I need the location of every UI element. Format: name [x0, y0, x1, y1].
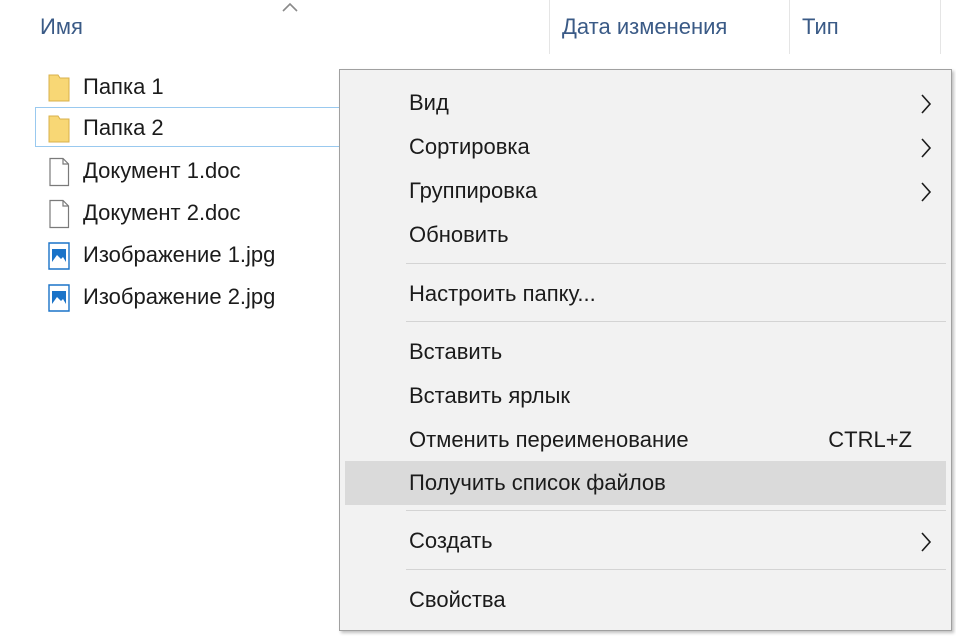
chevron-right-icon — [921, 138, 932, 158]
menu-item-label: Отменить переименование — [409, 427, 689, 452]
menu-item-properties[interactable]: Свойства — [345, 578, 946, 622]
file-row-folder[interactable]: Папка 1 — [35, 66, 345, 106]
file-name: Папка 1 — [83, 74, 164, 99]
image-icon — [48, 284, 70, 312]
file-row-document[interactable]: Документ 2.doc — [35, 192, 345, 232]
file-row-image[interactable]: Изображение 1.jpg — [35, 234, 345, 274]
menu-separator — [406, 510, 946, 511]
chevron-right-icon — [921, 532, 932, 552]
file-name: Документ 1.doc — [83, 158, 241, 183]
menu-item-label: Вставить ярлык — [409, 383, 571, 408]
menu-item-label: Получить список файлов — [409, 470, 666, 495]
menu-item-view[interactable]: Вид — [345, 81, 946, 125]
chevron-right-icon — [921, 182, 932, 202]
menu-item-label: Вид — [409, 90, 449, 115]
menu-separator — [406, 321, 946, 322]
menu-item-sort[interactable]: Сортировка — [345, 125, 946, 169]
file-name: Изображение 1.jpg — [83, 242, 276, 267]
menu-item-label: Свойства — [409, 587, 506, 612]
column-divider[interactable] — [789, 0, 790, 54]
menu-item-label: Группировка — [409, 178, 538, 203]
menu-item-group[interactable]: Группировка — [345, 169, 946, 213]
menu-item-refresh[interactable]: Обновить — [345, 213, 946, 257]
menu-item-shortcut: CTRL+Z — [828, 427, 912, 452]
menu-item-label: Обновить — [409, 222, 509, 247]
column-divider[interactable] — [940, 0, 941, 54]
menu-item-label: Вставить — [409, 339, 503, 364]
file-row-image[interactable]: Изображение 2.jpg — [35, 276, 345, 316]
file-name: Изображение 2.jpg — [83, 284, 276, 309]
menu-separator — [406, 263, 946, 264]
file-name: Документ 2.doc — [83, 200, 241, 225]
document-icon — [49, 199, 70, 229]
sort-ascending-icon — [282, 2, 298, 12]
explorer-window: Имя Дата изменения Тип Папка 1 Папка 2 Д… — [0, 0, 956, 636]
folder-icon — [48, 115, 70, 143]
column-header-date-modified[interactable]: Дата изменения — [562, 0, 727, 54]
menu-item-customize-folder[interactable]: Настроить папку... — [345, 272, 946, 316]
document-icon — [49, 157, 70, 187]
file-name: Папка 2 — [83, 115, 164, 140]
column-header-name[interactable]: Имя — [40, 0, 83, 54]
menu-item-new[interactable]: Создать — [345, 519, 946, 563]
file-row-folder-selected[interactable]: Папка 2 — [35, 107, 345, 147]
menu-item-label: Настроить папку... — [409, 281, 596, 306]
file-row-document[interactable]: Документ 1.doc — [35, 150, 345, 190]
menu-item-undo-rename[interactable]: Отменить переименование CTRL+Z — [345, 418, 946, 462]
context-menu: Вид Сортировка Группировка Обновить Наст… — [339, 69, 952, 631]
menu-item-get-file-list[interactable]: Получить список файлов — [345, 461, 946, 505]
menu-item-paste[interactable]: Вставить — [345, 330, 946, 374]
menu-item-paste-shortcut[interactable]: Вставить ярлык — [345, 374, 946, 418]
menu-separator — [406, 569, 946, 570]
folder-icon — [48, 74, 70, 102]
image-icon — [48, 242, 70, 270]
chevron-right-icon — [921, 94, 932, 114]
column-divider[interactable] — [549, 0, 550, 54]
menu-item-label: Сортировка — [409, 134, 530, 159]
column-header-type[interactable]: Тип — [802, 0, 839, 54]
menu-item-label: Создать — [409, 528, 493, 553]
